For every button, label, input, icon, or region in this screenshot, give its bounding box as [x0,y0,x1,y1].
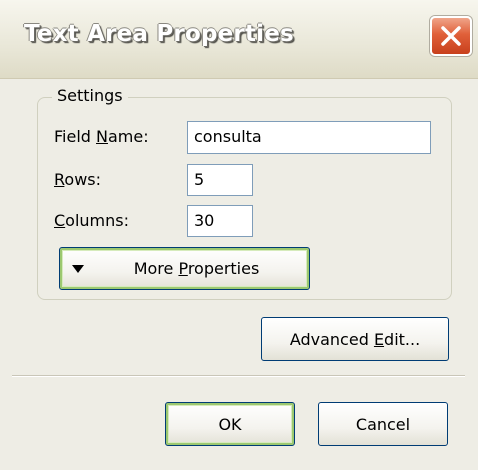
advanced-edit-button[interactable]: Advanced Edit... [261,317,449,361]
title-bar[interactable]: Text Area Properties [0,0,478,79]
field-name-label: Field Name: [54,127,149,146]
close-button[interactable] [430,16,472,56]
field-name-input[interactable]: consulta [187,121,431,154]
triangle-down-icon [72,265,84,273]
more-properties-label: More Properties [133,259,260,278]
settings-legend: Settings [52,86,128,105]
columns-input[interactable]: 30 [187,205,253,237]
cancel-button[interactable]: Cancel [318,402,448,446]
rows-input[interactable]: 5 [187,164,253,196]
text-area-properties-dialog: Text Area Properties Settings Field Name… [0,0,478,470]
more-properties-button[interactable]: More Properties [59,247,310,290]
separator [12,375,465,377]
ok-button[interactable]: OK [165,402,295,446]
close-x-icon [441,26,461,46]
window-title: Text Area Properties [24,21,294,47]
rows-label: Rows: [54,170,102,189]
columns-label: Columns: [54,211,129,230]
